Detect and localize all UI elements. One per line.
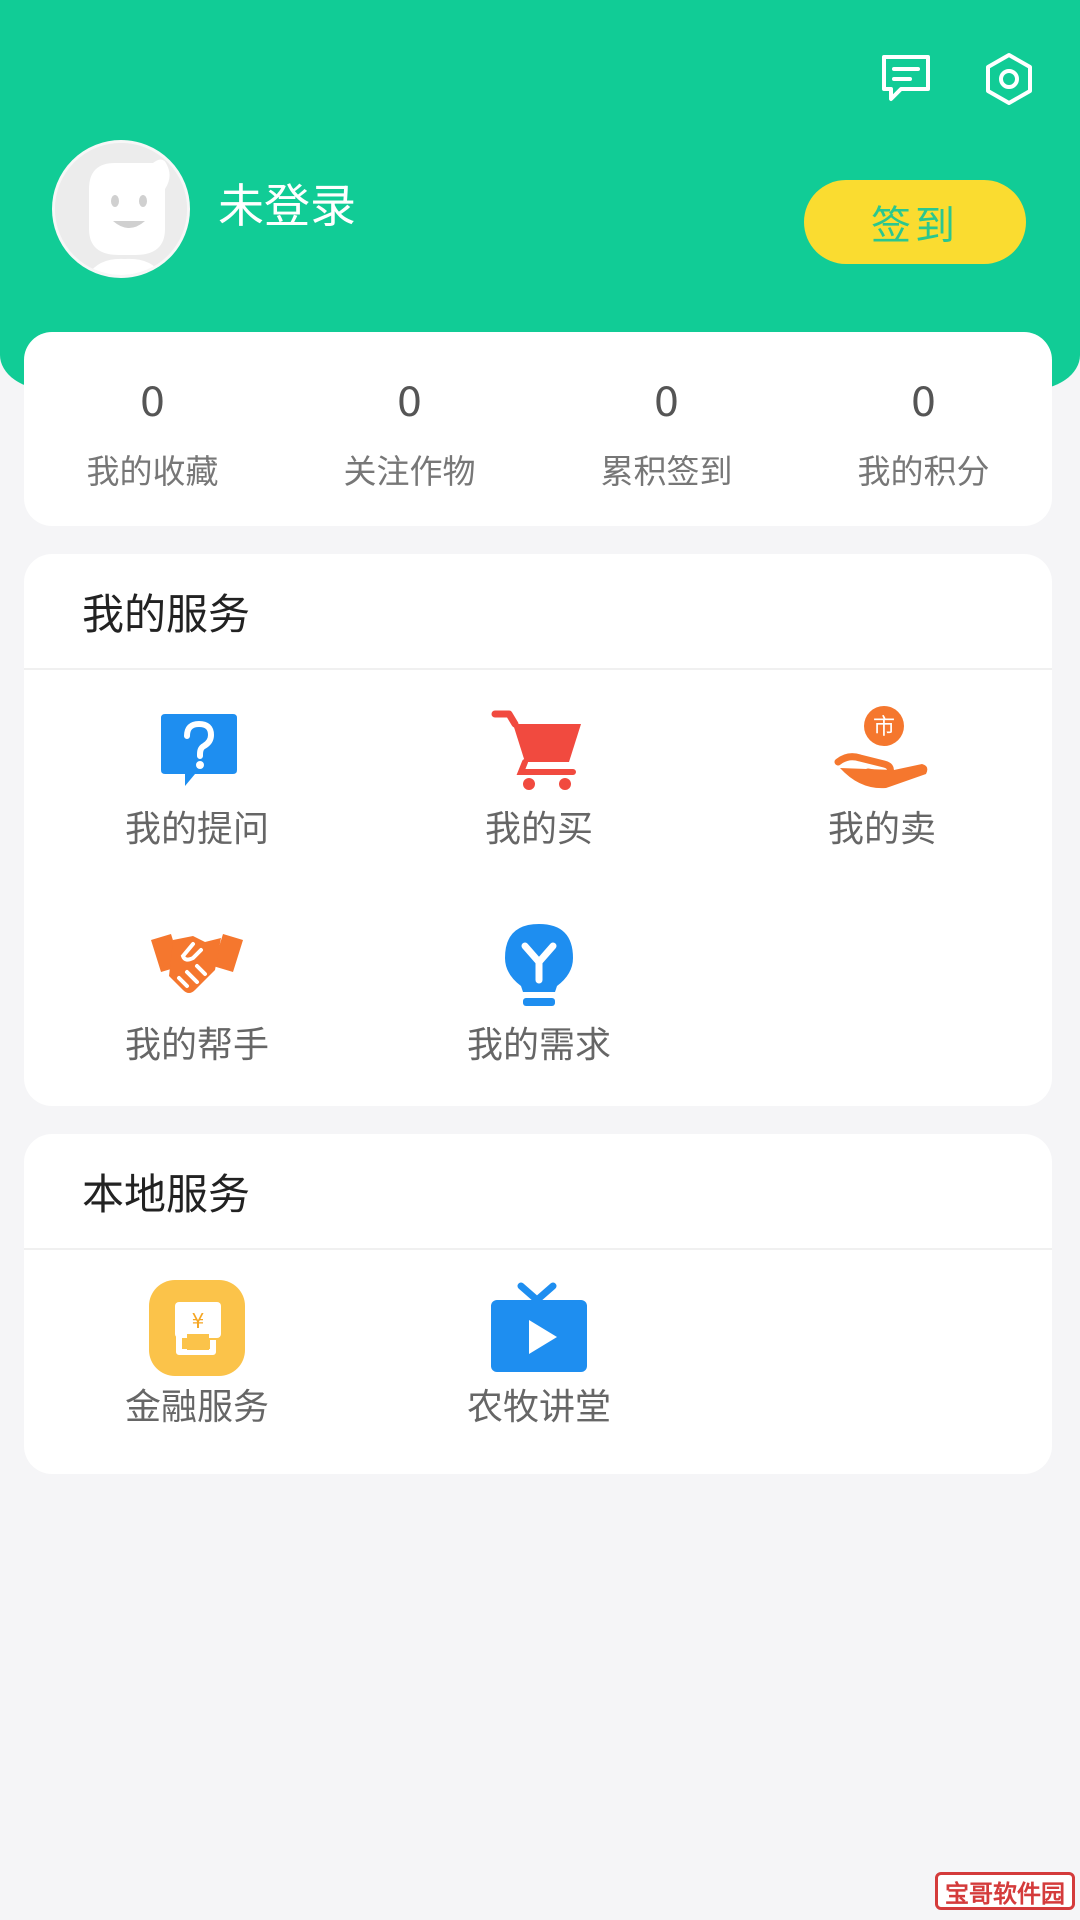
service-finance[interactable]: ¥ 金融服务: [77, 1280, 317, 1430]
settings-icon[interactable]: [980, 50, 1038, 108]
stat-value: 0: [139, 380, 166, 426]
service-label: 金融服务: [124, 1387, 269, 1428]
service-my-purchases[interactable]: 我的买: [419, 702, 659, 852]
stat-label: 我的收藏: [86, 452, 219, 491]
question-icon: [149, 702, 245, 798]
signin-button[interactable]: 签到: [804, 180, 1026, 264]
lightbulb-icon: [491, 918, 587, 1014]
stat-favorites[interactable]: 0 我的收藏: [24, 332, 281, 526]
service-label: 我的提问: [124, 809, 269, 850]
stat-checkins[interactable]: 0 累积签到: [538, 332, 795, 526]
service-my-helpers[interactable]: 我的帮手: [77, 918, 317, 1068]
message-icon[interactable]: [877, 50, 935, 108]
sell-hand-icon: 市: [834, 702, 930, 798]
section-title: 本地服务: [24, 1134, 1052, 1250]
stat-value: 0: [910, 380, 937, 426]
service-my-needs[interactable]: 我的需求: [419, 918, 659, 1068]
watermark: 宝哥软件园: [935, 1872, 1075, 1910]
section-title: 我的服务: [24, 554, 1052, 670]
svg-text:¥: ¥: [192, 1309, 205, 1333]
service-label: 我的帮手: [124, 1025, 269, 1066]
service-farming-lecture[interactable]: 农牧讲堂: [419, 1280, 659, 1430]
handshake-icon: [149, 918, 245, 1014]
login-status[interactable]: 未登录: [218, 178, 356, 234]
stats-card: 0 我的收藏 0 关注作物 0 累积签到 0 我的积分: [24, 332, 1052, 526]
finance-icon: ¥: [149, 1280, 245, 1376]
service-my-questions[interactable]: 我的提问: [77, 702, 317, 852]
tv-icon: [491, 1280, 587, 1376]
stat-value: 0: [396, 380, 423, 426]
service-label: 我的卖: [827, 809, 936, 850]
stat-label: 我的积分: [857, 452, 990, 491]
service-label: 我的需求: [466, 1025, 611, 1066]
avatar[interactable]: [52, 140, 190, 278]
local-services-card: 本地服务 ¥ 金融服务 农牧讲堂: [24, 1134, 1052, 1474]
stat-value: 0: [653, 380, 680, 426]
stat-followed-crops[interactable]: 0 关注作物: [281, 332, 538, 526]
stat-label: 关注作物: [343, 452, 476, 491]
cart-icon: [491, 702, 587, 798]
service-label: 农牧讲堂: [466, 1387, 611, 1428]
profile-page: 未登录 签到 0 我的收藏 0 关注作物 0 累积签到 0 我的积分 我的服务: [0, 0, 1080, 1920]
stat-label: 累积签到: [600, 452, 733, 491]
service-my-sales[interactable]: 市 我的卖: [762, 702, 1002, 852]
stat-points[interactable]: 0 我的积分: [795, 332, 1052, 526]
service-label: 我的买: [484, 809, 593, 850]
my-services-card: 我的服务 我的提问 我的买 市 我的卖 我的帮手 我的需求: [24, 554, 1052, 1106]
svg-text:市: 市: [873, 715, 895, 740]
